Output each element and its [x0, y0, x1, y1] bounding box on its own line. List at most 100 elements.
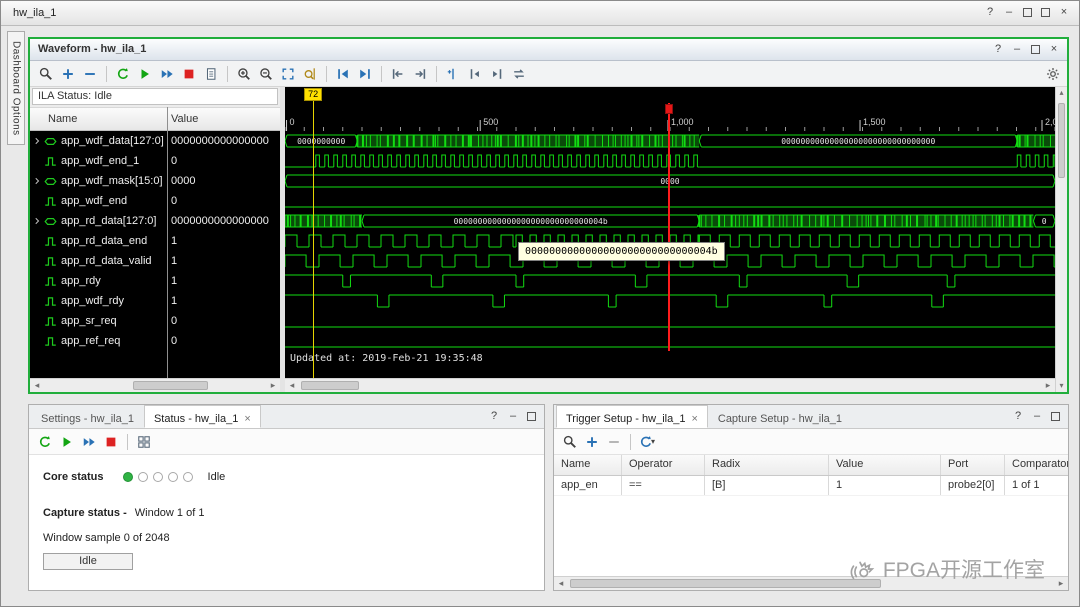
cursor-line[interactable]: [313, 89, 314, 378]
column-header-operator[interactable]: Operator: [622, 455, 705, 475]
minimize-button[interactable]: –: [1032, 411, 1042, 422]
waveform-settings-button[interactable]: [1043, 64, 1063, 84]
scroll-left-icon[interactable]: [285, 379, 299, 392]
export-ila-data-button[interactable]: [201, 64, 221, 84]
stop-trigger-button[interactable]: [101, 432, 121, 452]
remove-probes-button[interactable]: [80, 64, 100, 84]
maximize-button[interactable]: [1051, 412, 1060, 421]
float-button[interactable]: [1041, 8, 1050, 17]
zoom-out-button[interactable]: [256, 64, 276, 84]
waveform-hscrollbar[interactable]: [285, 378, 1055, 392]
scroll-right-icon[interactable]: [266, 379, 280, 392]
signal-row[interactable]: app_rd_data[127:0]0000000000000000: [30, 211, 280, 231]
scroll-right-icon[interactable]: [1041, 379, 1055, 392]
refresh-auto-button[interactable]: ▾: [637, 432, 657, 452]
window-titlebar[interactable]: hw_ila_1 ?–×: [1, 1, 1079, 26]
swap-markers-button[interactable]: [509, 64, 529, 84]
dashboard-options-tab[interactable]: Dashboard Options: [7, 31, 25, 145]
trigger-row[interactable]: app_en==[B]1probe2[0]1 of 1: [554, 476, 1068, 496]
scroll-thumb[interactable]: [1058, 103, 1065, 178]
run-trigger-immediate-button[interactable]: [135, 64, 155, 84]
column-header-name[interactable]: Name: [554, 455, 622, 475]
expand-icon[interactable]: [33, 177, 44, 185]
waveform-header[interactable]: Waveform - hw_ila_1 ?–×: [30, 39, 1067, 61]
signal-row[interactable]: app_rd_data_valid1: [30, 251, 280, 271]
dashboard-options-button[interactable]: [134, 432, 154, 452]
help-button[interactable]: ?: [489, 411, 499, 422]
tab-close-icon[interactable]: ×: [691, 414, 697, 425]
run-trigger-button[interactable]: [57, 432, 77, 452]
signal-row[interactable]: app_wdf_data[127:0]0000000000000000: [30, 131, 280, 151]
signal-row[interactable]: app_rdy1: [30, 271, 280, 291]
tab-capture-setup-hw-ila-1[interactable]: Capture Setup - hw_ila_1: [708, 405, 852, 428]
help-button[interactable]: ?: [993, 44, 1003, 55]
float-button[interactable]: [1031, 45, 1040, 54]
trigger-marker-icon[interactable]: [665, 104, 673, 114]
run-trigger-button[interactable]: [113, 64, 133, 84]
tab-status-hw-ila-1[interactable]: Status - hw_ila_1×: [144, 405, 261, 428]
scroll-right-icon[interactable]: [1054, 577, 1068, 590]
auto-re-trigger-button[interactable]: [157, 64, 177, 84]
zoom-fit-button[interactable]: [278, 64, 298, 84]
cursor-position-label[interactable]: 72: [304, 88, 322, 101]
help-button[interactable]: ?: [1013, 411, 1023, 422]
auto-re-trigger-button[interactable]: [79, 432, 99, 452]
column-header-port[interactable]: Port: [941, 455, 1005, 475]
column-header-comparator-u[interactable]: Comparator U: [1005, 455, 1068, 475]
go-to-start-button[interactable]: [333, 64, 353, 84]
scroll-track[interactable]: [299, 379, 1041, 392]
signal-row[interactable]: app_sr_req0: [30, 311, 280, 331]
add-probe-button[interactable]: [582, 432, 602, 452]
minimize-button[interactable]: –: [508, 411, 518, 422]
minimize-button[interactable]: –: [1012, 44, 1022, 55]
column-splitter[interactable]: [167, 107, 168, 378]
minimize-button[interactable]: –: [1004, 7, 1014, 18]
expand-icon[interactable]: [33, 137, 44, 145]
scroll-left-icon[interactable]: [554, 577, 568, 590]
signal-row[interactable]: app_wdf_rdy1: [30, 291, 280, 311]
help-button[interactable]: ?: [985, 7, 995, 18]
zoom-in-button[interactable]: [234, 64, 254, 84]
close-button[interactable]: ×: [1059, 7, 1069, 18]
remove-probe-button[interactable]: [604, 432, 624, 452]
zoom-to-cursor-button[interactable]: [300, 64, 320, 84]
value-column-header[interactable]: Value: [171, 113, 198, 125]
stop-trigger-button[interactable]: [179, 64, 199, 84]
signal-row[interactable]: app_wdf_end0: [30, 191, 280, 211]
find-button[interactable]: [560, 432, 580, 452]
next-marker-button[interactable]: [487, 64, 507, 84]
previous-transition-button[interactable]: [388, 64, 408, 84]
column-header-radix[interactable]: Radix: [705, 455, 829, 475]
scroll-down-icon[interactable]: [1056, 380, 1067, 392]
signal-pane-hscrollbar[interactable]: [30, 378, 280, 392]
go-to-end-button[interactable]: [355, 64, 375, 84]
scroll-left-icon[interactable]: [30, 379, 44, 392]
tab-settings-hw-ila-1[interactable]: Settings - hw_ila_1: [31, 405, 144, 428]
column-header-value[interactable]: Value: [829, 455, 941, 475]
add-probes-button[interactable]: [58, 64, 78, 84]
scroll-thumb[interactable]: [301, 381, 359, 390]
name-column-header[interactable]: Name: [48, 113, 77, 125]
tab-trigger-setup-hw-ila-1[interactable]: Trigger Setup - hw_ila_1×: [556, 405, 708, 428]
signal-row[interactable]: app_wdf_end_10: [30, 151, 280, 171]
previous-marker-button[interactable]: [465, 64, 485, 84]
signal-row[interactable]: app_wdf_mask[15:0]0000: [30, 171, 280, 191]
tab-close-icon[interactable]: ×: [244, 414, 250, 425]
waveform-canvas[interactable]: 05001,0001,5002,000 00000000000000000000…: [285, 87, 1055, 392]
next-transition-button[interactable]: [410, 64, 430, 84]
scroll-track[interactable]: [44, 379, 266, 392]
refresh-status-button[interactable]: [35, 432, 55, 452]
scroll-up-icon[interactable]: [1056, 87, 1067, 99]
maximize-button[interactable]: [527, 412, 536, 421]
close-button[interactable]: ×: [1049, 44, 1059, 55]
scroll-thumb[interactable]: [570, 579, 881, 588]
find-button[interactable]: [36, 64, 56, 84]
scroll-thumb[interactable]: [133, 381, 208, 390]
restore-button[interactable]: [1023, 8, 1032, 17]
waveform-vscrollbar[interactable]: [1055, 87, 1067, 392]
signal-row[interactable]: app_rd_data_end1: [30, 231, 280, 251]
expand-icon[interactable]: [33, 217, 44, 225]
signal-row[interactable]: app_ref_req0: [30, 331, 280, 351]
dropdown-arrow-icon[interactable]: ▾: [651, 437, 655, 446]
add-marker-button[interactable]: [443, 64, 463, 84]
